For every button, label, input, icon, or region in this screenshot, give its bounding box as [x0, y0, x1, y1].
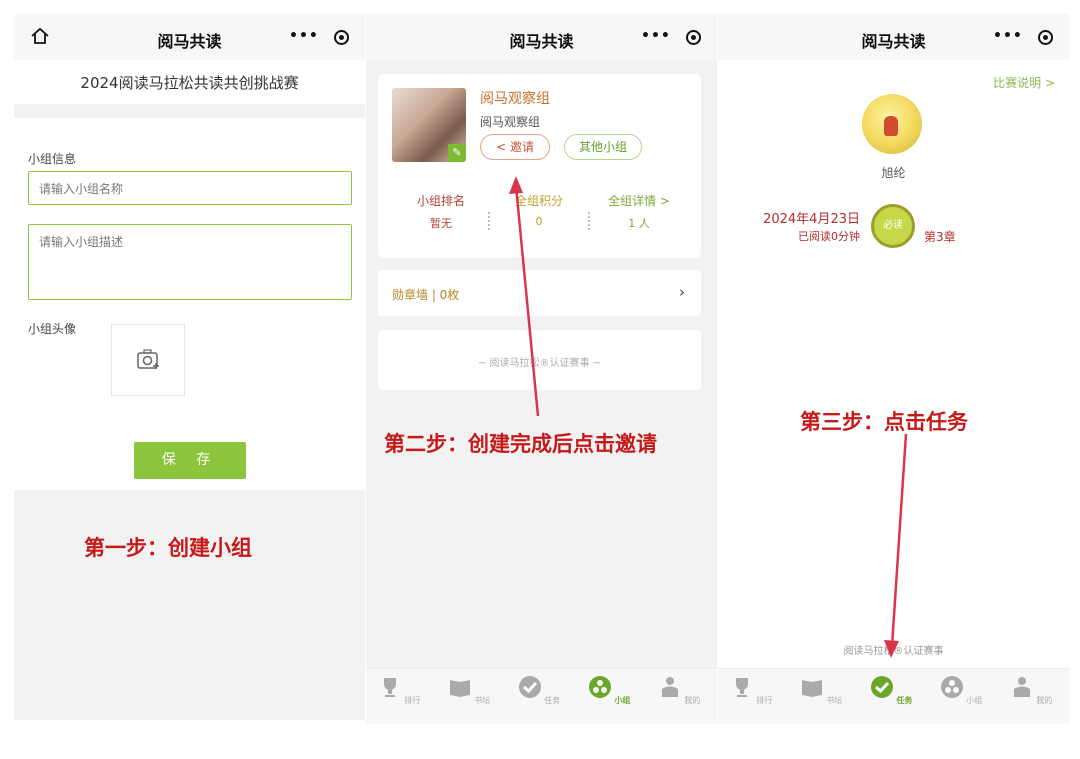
create-group-screen: 阅马共读 ••• 2024阅读马拉松共读共创挑战赛 小组信息 请输入小组名称 请…: [14, 14, 365, 720]
group-form: 小组信息 请输入小组名称 请输入小组描述 小组头像 保 存: [14, 118, 365, 490]
camera-add-icon: [137, 349, 159, 369]
avatar-upload[interactable]: [111, 324, 185, 396]
save-button[interactable]: 保 存: [134, 442, 246, 479]
page-title: 2024阅读马拉松共读共创挑战赛: [14, 60, 365, 104]
mini-program-capsule[interactable]: •••: [287, 24, 351, 52]
step-one-annotation: 第一步：创建小组: [84, 536, 252, 560]
red-arrow: [509, 176, 540, 417]
group-info-label: 小组信息: [28, 152, 77, 166]
nav-bar: 阅马共读 •••: [14, 14, 365, 60]
group-detail-screen: 阅马共读 ••• ✎ 阅马观察组 阅马观察组 < 邀请 其他小组 小组排名 暂无…: [366, 14, 717, 724]
group-avatar-label: 小组头像: [28, 322, 77, 336]
group-description-input[interactable]: 请输入小组描述: [28, 224, 352, 300]
more-icon[interactable]: •••: [289, 28, 319, 44]
red-arrow: [884, 433, 908, 658]
group-name-input[interactable]: 请输入小组名称: [28, 171, 352, 205]
tasks-screen: 阅马共读 ••• 比赛说明 > 旭纶 2024年4月23日 已阅读0分钟 必读 …: [718, 14, 1069, 724]
close-target-icon[interactable]: [334, 30, 349, 45]
